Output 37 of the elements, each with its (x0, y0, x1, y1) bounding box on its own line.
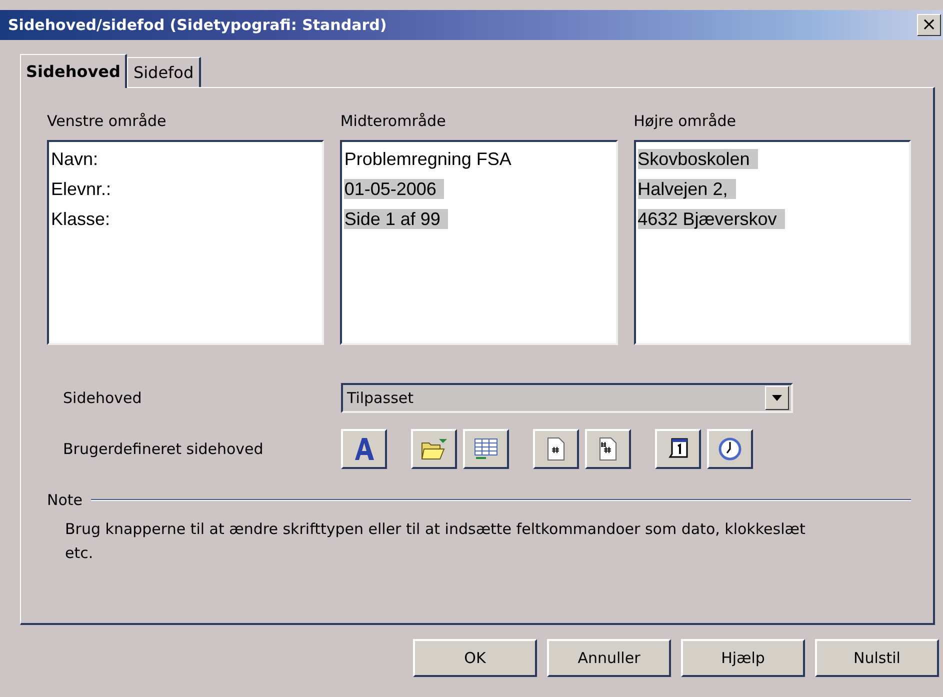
folder-button[interactable] (411, 429, 457, 469)
dialog-button[interactable]: Hjælp (681, 639, 805, 677)
calendar-icon (667, 437, 689, 461)
text-line: Problemregning FSA (344, 149, 512, 169)
text-area[interactable]: Navn: Elevnr.: Klasse: (47, 140, 324, 345)
text-line: Navn: (51, 149, 98, 169)
letter-a-icon (353, 437, 375, 461)
dialog-button[interactable]: Nulstil (815, 639, 939, 677)
table-icon (473, 437, 499, 461)
clock-icon (718, 437, 742, 461)
text-line: Klasse: (51, 209, 110, 229)
note-heading: Note (47, 491, 83, 509)
field-label: Sidehoved (62, 389, 143, 407)
font-button[interactable] (341, 429, 387, 469)
header-dropdown[interactable]: Tilpasset (341, 383, 793, 413)
text-area[interactable]: Problemregning FSA 01-05-2006 Side 1 af 99 (340, 140, 618, 345)
time-button[interactable] (707, 429, 753, 469)
area-label: Højre område (634, 112, 738, 130)
field-label: Brugerdefineret sidehoved (62, 440, 264, 458)
tab[interactable]: Sidefod (127, 57, 201, 87)
table-button[interactable] (463, 429, 509, 469)
folder-icon (420, 437, 448, 461)
page-number-button[interactable] (533, 429, 579, 469)
document-hash-icon (598, 437, 618, 461)
date-button[interactable] (655, 429, 701, 469)
note-text: Brug knapperne til at ændre skrifttypen eller til at indsætte feltkommandoer som dato, klokkeslæt etc. (65, 519, 806, 564)
window-title: Sidehoved/sidefod (Sidetypografi: Standard) (8, 16, 387, 34)
area-label: Midterområde (340, 112, 447, 130)
tab[interactable]: Sidehoved (20, 54, 128, 88)
text-area[interactable]: Skovboskolen Halvejen 2, 4632 Bjæverskov (634, 140, 911, 345)
page-count-button[interactable] (585, 429, 631, 469)
document-hash-icon (546, 437, 566, 461)
dialog-button[interactable]: Annuller (547, 639, 671, 677)
dialog-button[interactable]: OK (413, 639, 537, 677)
area-label: Venstre område (47, 112, 168, 130)
text-line: Elevnr.: (51, 179, 112, 199)
close-button[interactable]: × (917, 14, 941, 36)
